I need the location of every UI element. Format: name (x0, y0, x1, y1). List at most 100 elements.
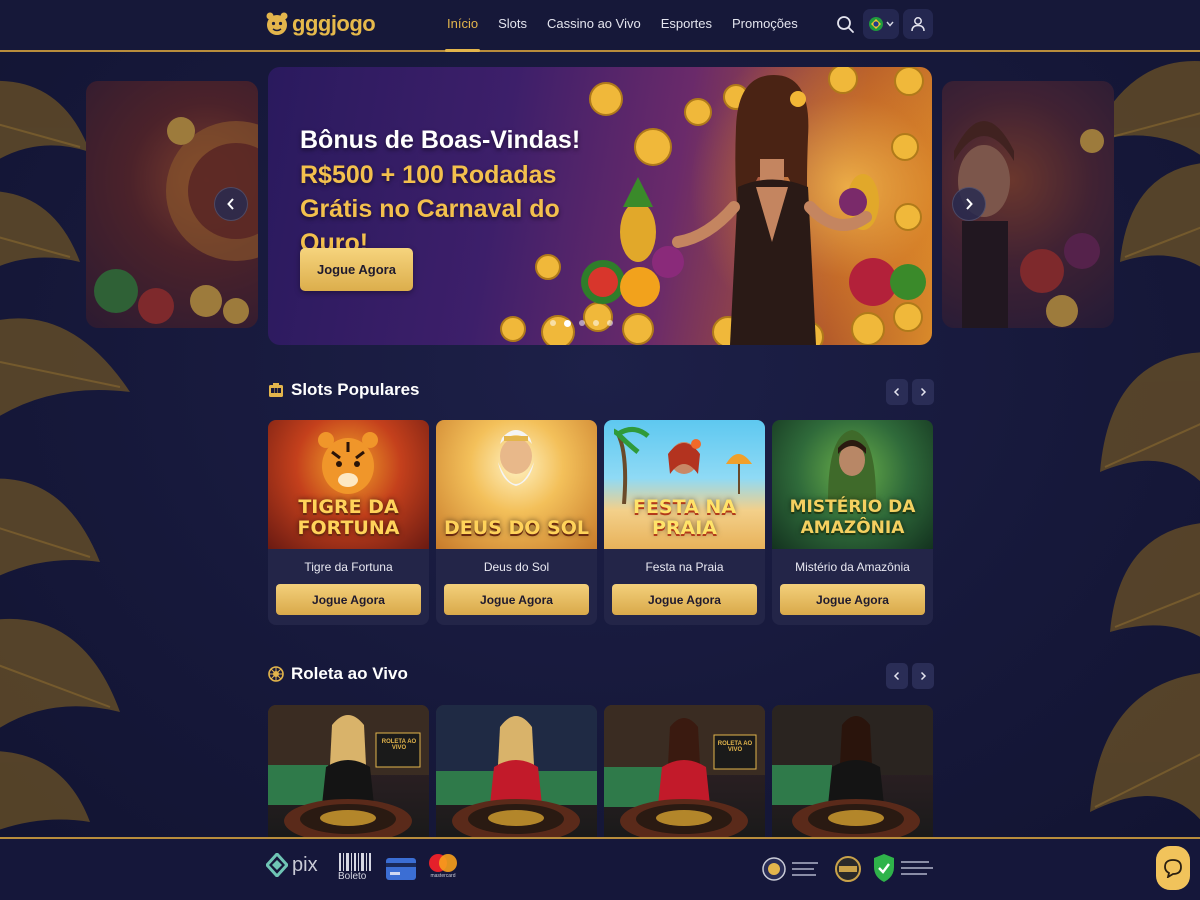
footer-seal-3 (873, 853, 933, 883)
footer: pix Boleto mastercard (0, 837, 1200, 900)
live-section-header: Roleta ao Vivo (268, 664, 408, 684)
payment-card (386, 858, 416, 880)
slot-card-name: Mistério da Amazônia (795, 560, 910, 574)
tiger-mascot-icon (266, 12, 288, 35)
live-section-title: Roleta ao Vivo (291, 664, 408, 683)
beach-party-icon (614, 427, 752, 504)
table-sign: ROLETA AO VIVO (717, 741, 753, 753)
slot-card[interactable]: FESTA NA PRAIA Festa na Praia Jogue Agor… (604, 420, 765, 625)
slot-art-title: FESTA NA PRAIA (632, 496, 737, 539)
slot-card[interactable]: MISTÉRIO DA AMAZÔNIA Mistério da Amazôni… (772, 420, 933, 625)
nav-item-cassino-ao-vivo[interactable]: Cassino ao Vivo (547, 0, 641, 50)
user-account-button[interactable] (903, 9, 933, 39)
live-table-card[interactable] (772, 705, 933, 837)
support-chat-button[interactable] (1156, 846, 1190, 890)
slot-play-button[interactable]: Jogue Agora (276, 584, 421, 615)
tiger-icon (318, 432, 378, 494)
chevron-down-icon (885, 21, 894, 27)
roulette-dealer-scene (604, 705, 765, 837)
carousel-next-button[interactable] (952, 187, 986, 221)
slot-art-festa: FESTA NA PRAIA (604, 420, 765, 549)
slots-pager (886, 379, 934, 405)
chevron-left-icon (893, 671, 900, 681)
payment-mastercard: mastercard (427, 853, 459, 879)
award-badge-icon (835, 856, 861, 882)
slot-art-title: TIGRE DA FORTUNA (297, 496, 400, 539)
footer-seal-1 (762, 853, 818, 885)
table-sign: ROLETA AO VIVO (381, 739, 417, 751)
carousel-dot[interactable] (607, 320, 613, 326)
chevron-right-icon (920, 671, 927, 681)
roulette-wheel-icon (268, 666, 284, 682)
nav-item-slots[interactable]: Slots (498, 0, 527, 50)
slot-machine-icon (269, 383, 283, 397)
slots-cards-row: TIGRE DA FORTUNA Tigre da Fortuna Jogue … (268, 420, 933, 625)
nav-item-inicio[interactable]: Início (444, 0, 481, 52)
slot-card-name: Deus do Sol (483, 560, 550, 574)
boleto-label: Boleto (338, 871, 367, 882)
pix-icon (266, 853, 288, 877)
carousel-dot[interactable] (579, 320, 585, 326)
carousel-prev-button[interactable] (214, 187, 248, 221)
roulette-dealer-scene (772, 705, 933, 837)
jungle-woman-icon (828, 430, 876, 500)
slot-art-title: MISTÉRIO DA AMAZÔNIA (789, 497, 916, 538)
brazil-flag-icon (868, 17, 883, 31)
roulette-dealer-scene (268, 705, 429, 837)
carousel-dots (550, 320, 613, 327)
hero-subtitle: R$500 + 100 Rodadas Grátis no Carnaval d… (300, 161, 560, 257)
chevron-left-icon (893, 387, 900, 397)
brand-logo[interactable]: gggjogo (266, 9, 376, 39)
carousel-dot-active[interactable] (564, 320, 571, 327)
nav-item-promocoes[interactable]: Promoções (732, 0, 798, 50)
carousel-dot[interactable] (593, 320, 599, 326)
mastercard-label: mastercard (430, 873, 456, 879)
brand-name: gggjogo (292, 11, 376, 36)
live-table-card[interactable] (436, 705, 597, 837)
pix-label: pix (292, 853, 318, 876)
credit-card-icon (386, 858, 416, 880)
search-icon (837, 16, 854, 33)
main-nav: Início Slots Cassino ao Vivo Esportes Pr… (444, 0, 798, 52)
slot-art-misterio: MISTÉRIO DA AMAZÔNIA (772, 420, 933, 549)
slots-next-button[interactable] (912, 379, 934, 405)
live-tables-row: ROLETA AO VIVO ROLETA AO VIVO (268, 705, 933, 837)
slot-card[interactable]: DEUS DO SOL Deus do Sol Jogue Agora (436, 420, 597, 625)
live-prev-button[interactable] (886, 663, 908, 689)
nav-item-esportes[interactable]: Esportes (661, 0, 712, 50)
slot-play-button[interactable]: Jogue Agora (612, 584, 757, 615)
carousel-dot[interactable] (550, 320, 556, 326)
slot-art-deus: DEUS DO SOL (436, 420, 597, 549)
slot-art-tigre: TIGRE DA FORTUNA (268, 420, 429, 549)
chevron-left-icon (227, 198, 234, 210)
slots-section-header: Slots Populares (268, 380, 419, 400)
slots-section-title: Slots Populares (291, 380, 420, 399)
payment-pix: pix (266, 853, 318, 877)
roulette-dealer-scene (436, 705, 597, 837)
live-table-card[interactable]: ROLETA AO VIVO (604, 705, 765, 837)
barcode-icon (339, 853, 371, 871)
seal-icon (762, 857, 786, 881)
slot-art-title: DEUS DO SOL (444, 517, 589, 539)
search-button[interactable] (834, 12, 856, 36)
chat-bubble-icon (1164, 859, 1182, 878)
slot-card[interactable]: TIGRE DA FORTUNA Tigre da Fortuna Jogue … (268, 420, 429, 625)
live-table-card[interactable]: ROLETA AO VIVO (268, 705, 429, 837)
mastercard-icon (429, 854, 457, 872)
slots-prev-button[interactable] (886, 379, 908, 405)
slot-play-button[interactable]: Jogue Agora (444, 584, 589, 615)
slot-card-name: Tigre da Fortuna (304, 560, 393, 574)
top-navbar: gggjogo Início Slots Cassino ao Vivo Esp… (0, 0, 1200, 52)
live-pager (886, 663, 934, 689)
live-next-button[interactable] (912, 663, 934, 689)
user-icon (911, 17, 925, 32)
zeus-icon (498, 430, 534, 486)
slot-play-button[interactable]: Jogue Agora (780, 584, 925, 615)
seal-text-lines (901, 861, 933, 875)
hero-banner: Bônus de Boas-Vindas! R$500 + 100 Rodada… (268, 67, 932, 345)
hero-cta-button[interactable]: Jogue Agora (300, 248, 413, 291)
shield-check-icon (874, 854, 894, 882)
slot-card-name: Festa na Praia (645, 560, 724, 574)
language-selector[interactable] (863, 9, 899, 39)
footer-seal-2 (835, 853, 861, 885)
